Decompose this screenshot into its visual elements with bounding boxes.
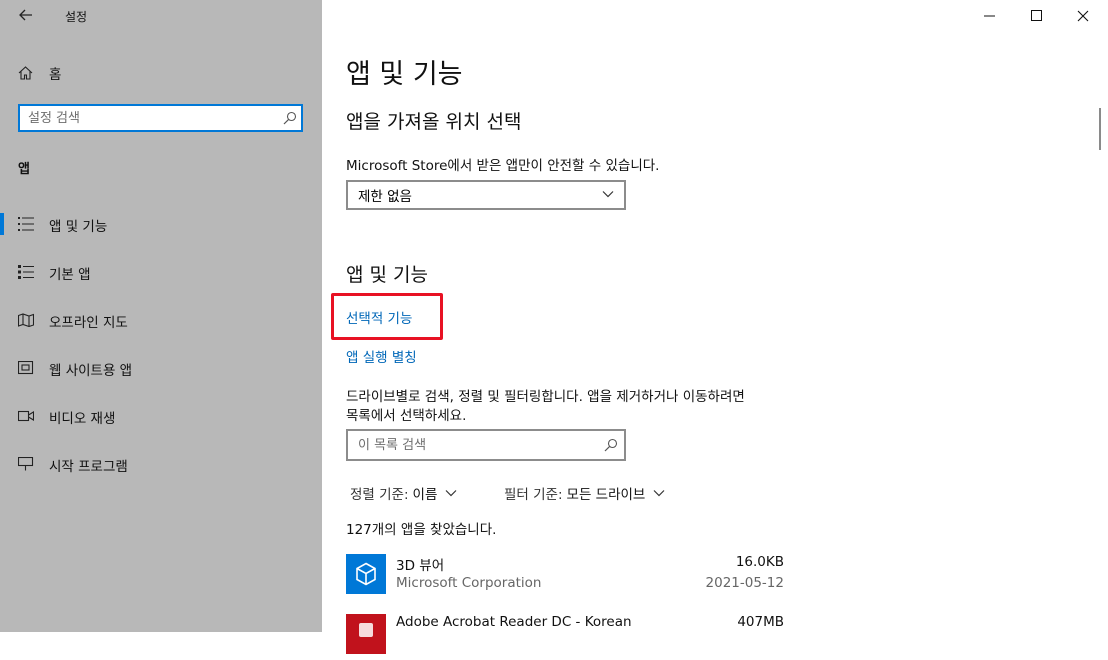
page-title: 앱 및 기능 [346,59,463,90]
3d-viewer-icon [346,554,386,594]
map-icon [18,313,34,327]
sidebar-item-website-apps[interactable]: 웹 사이트용 앱 [0,351,322,385]
apps-list-icon [18,217,34,231]
app-list-search-input[interactable] [348,432,598,458]
app-date: 2021-05-12 [705,575,784,591]
back-button[interactable] [14,6,38,26]
app-title: 설정 [65,10,88,24]
install-source-heading: 앱을 가져올 위치 선택 [346,111,522,133]
minimize-button[interactable] [967,0,1013,32]
sidebar-item-label: 웹 사이트용 앱 [49,363,133,379]
sort-value: 이름 [412,487,438,503]
default-apps-icon [18,265,34,279]
sort-label: 정렬 기준: [350,487,409,503]
install-source-description: Microsoft Store에서 받은 앱만이 안전할 수 있습니다. [346,158,660,174]
app-list-search-box[interactable] [346,429,626,461]
sidebar-item-startup[interactable]: 시작 프로그램 [0,447,322,481]
dropdown-value: 제한 없음 [358,189,412,205]
sort-dropdown[interactable]: 정렬 기준: 이름 [350,483,457,503]
sidebar-item-offline-maps[interactable]: 오프라인 지도 [0,303,322,337]
apps-description-line2: 목록에서 선택하세요. [346,408,467,424]
app-size: 407MB [737,614,784,630]
startup-icon [18,457,34,471]
sidebar-item-label: 앱 및 기능 [49,219,108,235]
app-execution-aliases-link[interactable]: 앱 실행 별칭 [346,346,417,366]
sidebar-item-label: 기본 앱 [49,267,91,283]
apps-features-heading: 앱 및 기능 [346,264,428,286]
title-bar: 설정 [0,0,322,32]
close-icon [1077,10,1089,22]
sidebar-item-video-playback[interactable]: 비디오 재생 [0,399,322,433]
app-list-item[interactable]: Adobe Acrobat Reader DC - Korean 407MB [346,614,786,660]
sidebar-item-default-apps[interactable]: 기본 앱 [0,255,322,289]
app-name: 3D 뷰어 [396,558,445,574]
apps-description-line1: 드라이브별로 검색, 정렬 및 필터링합니다. 앱을 제거하거나 이동하려면 [346,389,745,405]
sidebar-item-label: 오프라인 지도 [49,315,128,331]
search-icon[interactable] [279,111,301,125]
chevron-down-icon [653,490,665,497]
section-title: 앱 [18,162,30,177]
close-button[interactable] [1060,0,1106,32]
maximize-button[interactable] [1014,0,1060,32]
sidebar-item-apps-features[interactable]: 앱 및 기능 [0,207,322,241]
filter-value: 모든 드라이브 [566,487,646,503]
sidebar-item-label: 시작 프로그램 [49,459,128,475]
settings-search-box[interactable] [18,104,303,132]
home-nav-item[interactable]: 홈 [18,62,61,84]
app-list-item[interactable]: 3D 뷰어 Microsoft Corporation 16.0KB 2021-… [346,554,786,600]
chevron-down-icon [602,191,614,198]
website-app-icon [18,361,34,375]
maximize-icon [1031,10,1042,21]
minimize-icon [984,15,995,17]
sidebar-item-label: 비디오 재생 [49,411,116,427]
app-name: Adobe Acrobat Reader DC - Korean [396,614,632,630]
filter-dropdown[interactable]: 필터 기준: 모든 드라이브 [504,483,665,503]
home-label: 홈 [49,67,62,83]
acrobat-reader-icon [346,614,386,654]
search-icon[interactable] [598,438,624,452]
video-icon [18,410,34,422]
optional-features-link[interactable]: 선택적 기능 [346,307,412,327]
back-arrow-icon [19,9,32,21]
filter-label: 필터 기준: [504,487,563,503]
app-size: 16.0KB [735,554,784,570]
app-count-text: 127개의 앱을 찾았습니다. [346,522,497,538]
home-icon [18,66,34,80]
chevron-down-icon [445,490,457,497]
app-publisher: Microsoft Corporation [396,575,542,591]
scrollbar[interactable] [1099,108,1101,150]
settings-search-input[interactable] [20,106,279,130]
sidebar: 설정 홈 앱 앱 및 기능 기본 앱 오프라인 지도 웹 사이트용 앱 비디오 … [0,0,322,632]
install-source-dropdown[interactable]: 제한 없음 [346,180,626,210]
